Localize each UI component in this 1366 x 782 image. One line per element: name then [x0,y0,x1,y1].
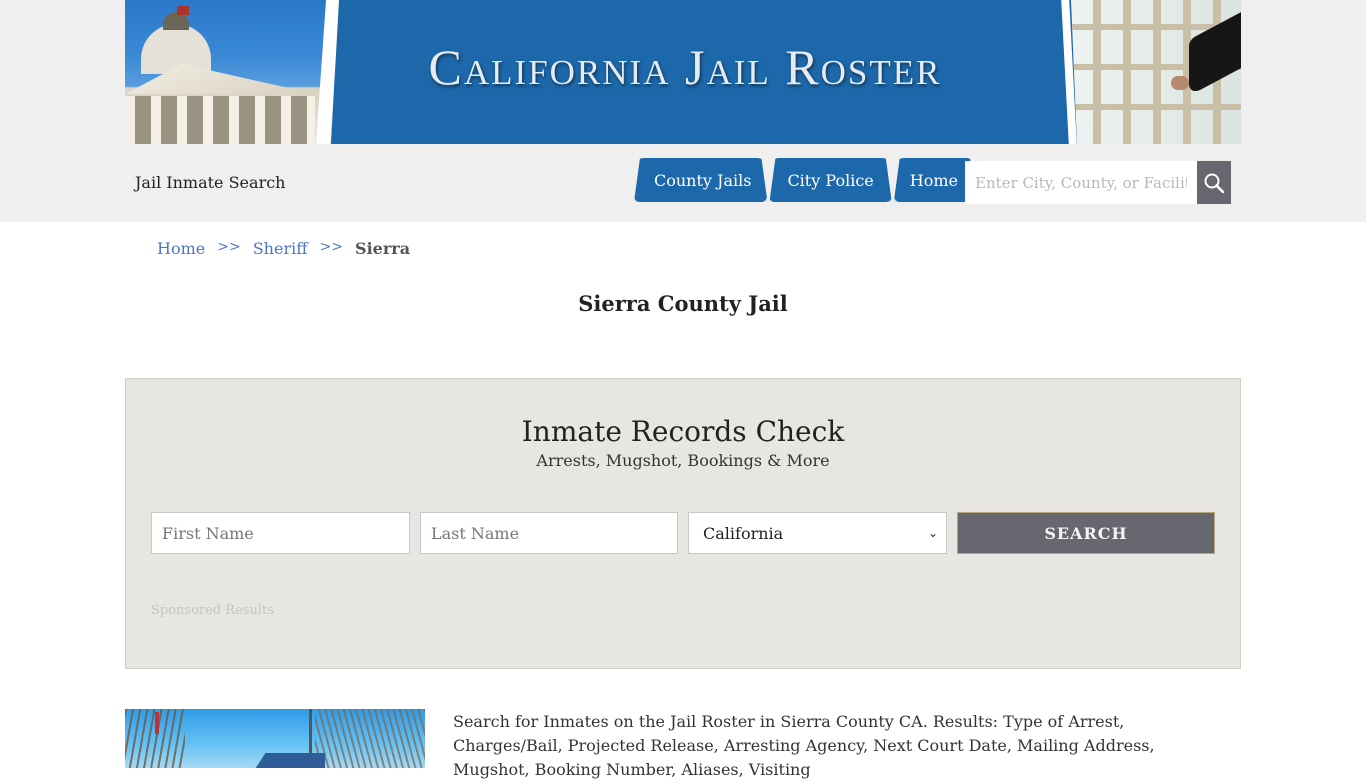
sponsored-results-label: Sponsored Results [151,603,274,618]
inmate-records-check: Inmate Records Check Arrests, Mugshot, B… [125,378,1241,669]
nav-tab-home[interactable]: Home [894,158,976,202]
site-search-input[interactable] [965,161,1197,204]
breadcrumb-current: Sierra [355,239,411,258]
site-search [965,161,1231,204]
jail-door-image [1071,0,1241,144]
chevron-down-icon: ⌄ [927,526,938,540]
breadcrumb: Home >> Sheriff >> Sierra [157,239,410,258]
breadcrumb-separator: >> [319,239,344,255]
main-nav: County Jails City Police Home [634,158,978,202]
magnifier-icon [1204,173,1225,193]
records-title: Inmate Records Check [521,415,845,448]
breadcrumb-separator: >> [217,239,241,255]
state-select-value: California [703,523,784,543]
records-subtitle: Arrests, Mugshot, Bookings & More [536,451,830,470]
breadcrumb-home[interactable]: Home [157,239,205,258]
nav-tab-county-jails[interactable]: County Jails [634,158,767,202]
site-banner[interactable]: California Jail Roster [125,0,1241,144]
nav-tab-city-police[interactable]: City Police [769,158,891,202]
header-band: California Jail Roster Jail Inmate Searc… [0,0,1366,222]
last-name-field[interactable] [420,512,678,554]
records-search-button[interactable]: SEARCH [957,512,1215,554]
page-title: Sierra County Jail [578,291,788,316]
state-select[interactable]: California ⌄ [688,512,947,554]
banner-title: California Jail Roster [428,39,942,95]
breadcrumb-sheriff[interactable]: Sheriff [253,239,308,258]
jail-description: Search for Inmates on the Jail Roster in… [453,712,1155,779]
sierra-county-jail-photo [125,709,425,768]
site-name[interactable]: Jail Inmate Search [135,173,285,192]
site-search-button[interactable] [1197,161,1231,204]
first-name-field[interactable] [151,512,410,554]
